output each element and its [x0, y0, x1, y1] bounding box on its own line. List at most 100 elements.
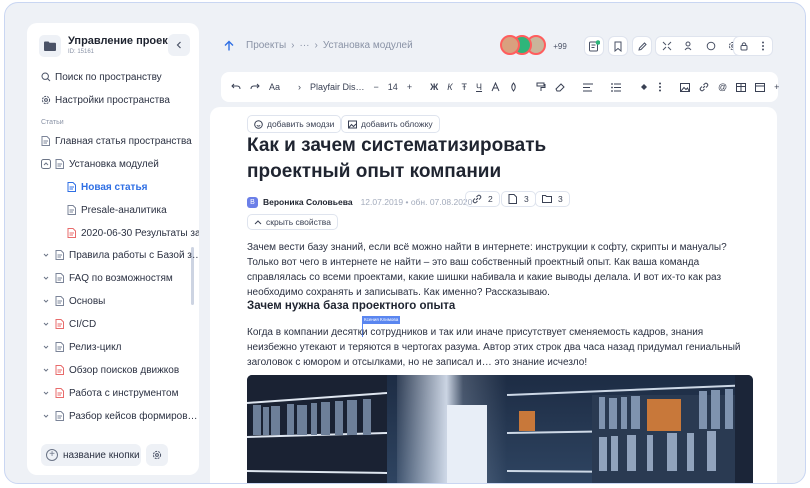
- pages-count: 3: [524, 194, 529, 204]
- sidebar-tree-item-label: Обзор поисков движков: [69, 364, 180, 376]
- bullet-list-icon[interactable]: [611, 82, 622, 92]
- author-avatar: В: [247, 196, 258, 208]
- strikethrough-button[interactable]: Ŧ: [462, 82, 468, 92]
- chevron-down-icon[interactable]: [41, 319, 51, 329]
- sidebar-tree-item-label: Релиз-цикл: [69, 341, 122, 353]
- sidebar-tree-item[interactable]: FAQ по возможностям: [41, 270, 173, 286]
- hide-properties-label: скрыть свойства: [266, 217, 331, 227]
- chevron-down-icon[interactable]: [41, 250, 51, 260]
- page-title[interactable]: Как и зачем систематизировать проектный …: [247, 133, 547, 185]
- folder-icon: [542, 194, 552, 204]
- sidebar-tree-item[interactable]: Основы: [41, 293, 105, 309]
- insert-plus-icon[interactable]: +: [774, 82, 779, 92]
- navigate-up-button[interactable]: [220, 37, 238, 55]
- align-left-icon[interactable]: [583, 83, 594, 92]
- space-id: ID: 15161: [68, 49, 95, 55]
- table-icon[interactable]: [736, 82, 747, 92]
- sidebar-tree-item[interactable]: Установка модулей: [41, 156, 159, 172]
- document-icon: [55, 342, 64, 352]
- chevron-up-icon[interactable]: [41, 159, 51, 169]
- space-header[interactable]: Управление проек… ID: 15161: [39, 33, 189, 61]
- sidebar-tree-item[interactable]: Работа с инструментом: [41, 385, 178, 401]
- comments-icon[interactable]: [704, 39, 718, 53]
- breadcrumb-projects[interactable]: Проекты: [246, 40, 286, 51]
- chevron-down-icon[interactable]: [41, 388, 51, 398]
- linked-count-button[interactable]: 2: [465, 191, 500, 207]
- plus-icon: +: [46, 449, 58, 461]
- paint-format-icon[interactable]: [536, 82, 546, 92]
- library-image[interactable]: [247, 375, 753, 483]
- chevron-down-icon[interactable]: [41, 296, 51, 306]
- text-color-icon[interactable]: [491, 82, 500, 92]
- breadcrumb-ellipsis[interactable]: ···: [299, 40, 309, 51]
- article-meta: В Вероника Соловьева 12.07.2019 • обн. 0…: [247, 195, 472, 209]
- avatar: [500, 35, 520, 55]
- edit-button[interactable]: [632, 36, 652, 56]
- page-extra-group: [733, 36, 773, 56]
- paragraph-intro[interactable]: Зачем вести базу знаний, если всё можно …: [247, 240, 755, 300]
- collaborators[interactable]: +99: [500, 35, 572, 57]
- bookmark-button[interactable]: [608, 36, 628, 56]
- sidebar-tree-item[interactable]: Presale-аналитика: [67, 202, 167, 218]
- share-users-icon[interactable]: [682, 39, 696, 53]
- highlight-icon[interactable]: [509, 82, 518, 92]
- document-icon: [55, 250, 64, 260]
- sidebar-tree-item[interactable]: Правила работы с Базой з…: [41, 247, 199, 263]
- text-style-dropdown[interactable]: Aa: [269, 82, 280, 92]
- article-dates: 12.07.2019 • обн. 07.08.2020: [360, 197, 473, 207]
- add-custom-button[interactable]: + название кнопки: [41, 444, 141, 466]
- undo-icon[interactable]: [231, 83, 241, 91]
- sidebar-gear-button[interactable]: [146, 444, 168, 466]
- sidebar-tree-item[interactable]: 2020-06-30 Результаты за: [67, 225, 199, 241]
- image-icon: [348, 120, 357, 129]
- author-name[interactable]: Вероника Соловьева: [263, 197, 353, 207]
- chevron-down-icon[interactable]: [41, 342, 51, 352]
- underline-button[interactable]: Ч: [476, 82, 482, 92]
- more-vertical-icon[interactable]: [658, 82, 662, 92]
- link-icon[interactable]: [699, 82, 709, 92]
- document-icon: [55, 159, 64, 169]
- font-size-value[interactable]: 14: [388, 82, 398, 92]
- sidebar-tree-item[interactable]: Главная статья пространства: [41, 133, 192, 149]
- breadcrumb-current[interactable]: Установка модулей: [323, 40, 413, 51]
- sidebar-search[interactable]: Поиск по пространству: [41, 69, 162, 85]
- chevron-down-icon[interactable]: [41, 411, 51, 421]
- hide-properties-button[interactable]: скрыть свойства: [247, 214, 338, 230]
- add-cover-button[interactable]: добавить обложку: [341, 115, 440, 133]
- add-emoji-button[interactable]: добавить эмодзи: [247, 115, 342, 133]
- avatar-overflow-count: +99: [548, 37, 572, 55]
- chevron-down-icon[interactable]: [41, 273, 51, 283]
- sidebar-tree-item[interactable]: CI/CD: [41, 316, 96, 332]
- mention-icon[interactable]: @: [718, 82, 727, 92]
- sidebar-tree-item[interactable]: Обзор поисков движков: [41, 362, 179, 378]
- font-size-decrease[interactable]: −: [374, 82, 379, 92]
- fill-color-icon[interactable]: [639, 82, 649, 92]
- sidebar-tree-item[interactable]: Новая статья: [67, 179, 147, 195]
- sidebar-tree-item-label: Разбор кейсов формиров…: [69, 410, 198, 422]
- sidebar-settings[interactable]: Настройки пространства: [41, 92, 170, 108]
- chevron-down-icon[interactable]: ›: [298, 82, 301, 92]
- integrations-icon[interactable]: [660, 39, 674, 53]
- eraser-icon[interactable]: [555, 82, 565, 92]
- sidebar-tree-item-label: Новая статья: [81, 181, 148, 193]
- sidebar-tree-item[interactable]: Разбор кейсов формиров…: [41, 408, 198, 424]
- folders-count-button[interactable]: 3: [535, 191, 570, 207]
- collapse-sidebar-button[interactable]: [168, 34, 190, 56]
- lock-icon[interactable]: [737, 39, 751, 53]
- redo-icon[interactable]: [250, 83, 260, 91]
- document-icon: [55, 296, 64, 306]
- image-icon[interactable]: [680, 82, 691, 92]
- calendar-icon[interactable]: [755, 82, 766, 92]
- section-heading[interactable]: Зачем нужна база проектного опыта: [247, 300, 455, 312]
- italic-button[interactable]: К: [447, 82, 452, 92]
- font-size-increase[interactable]: +: [407, 82, 412, 92]
- sidebar-tree-item[interactable]: Релиз-цикл: [41, 339, 121, 355]
- pages-count-button[interactable]: 3: [501, 191, 536, 207]
- paragraph-body[interactable]: Когда в компании десятки сотрудников и т…: [247, 325, 755, 370]
- more-vertical-icon[interactable]: [756, 39, 770, 53]
- font-family-dropdown[interactable]: Playfair Dis…: [310, 82, 365, 92]
- chevron-down-icon[interactable]: [41, 365, 51, 375]
- checklist-button[interactable]: [584, 36, 604, 56]
- add-cover-label: добавить обложку: [361, 119, 433, 129]
- bold-button[interactable]: Ж: [430, 82, 438, 92]
